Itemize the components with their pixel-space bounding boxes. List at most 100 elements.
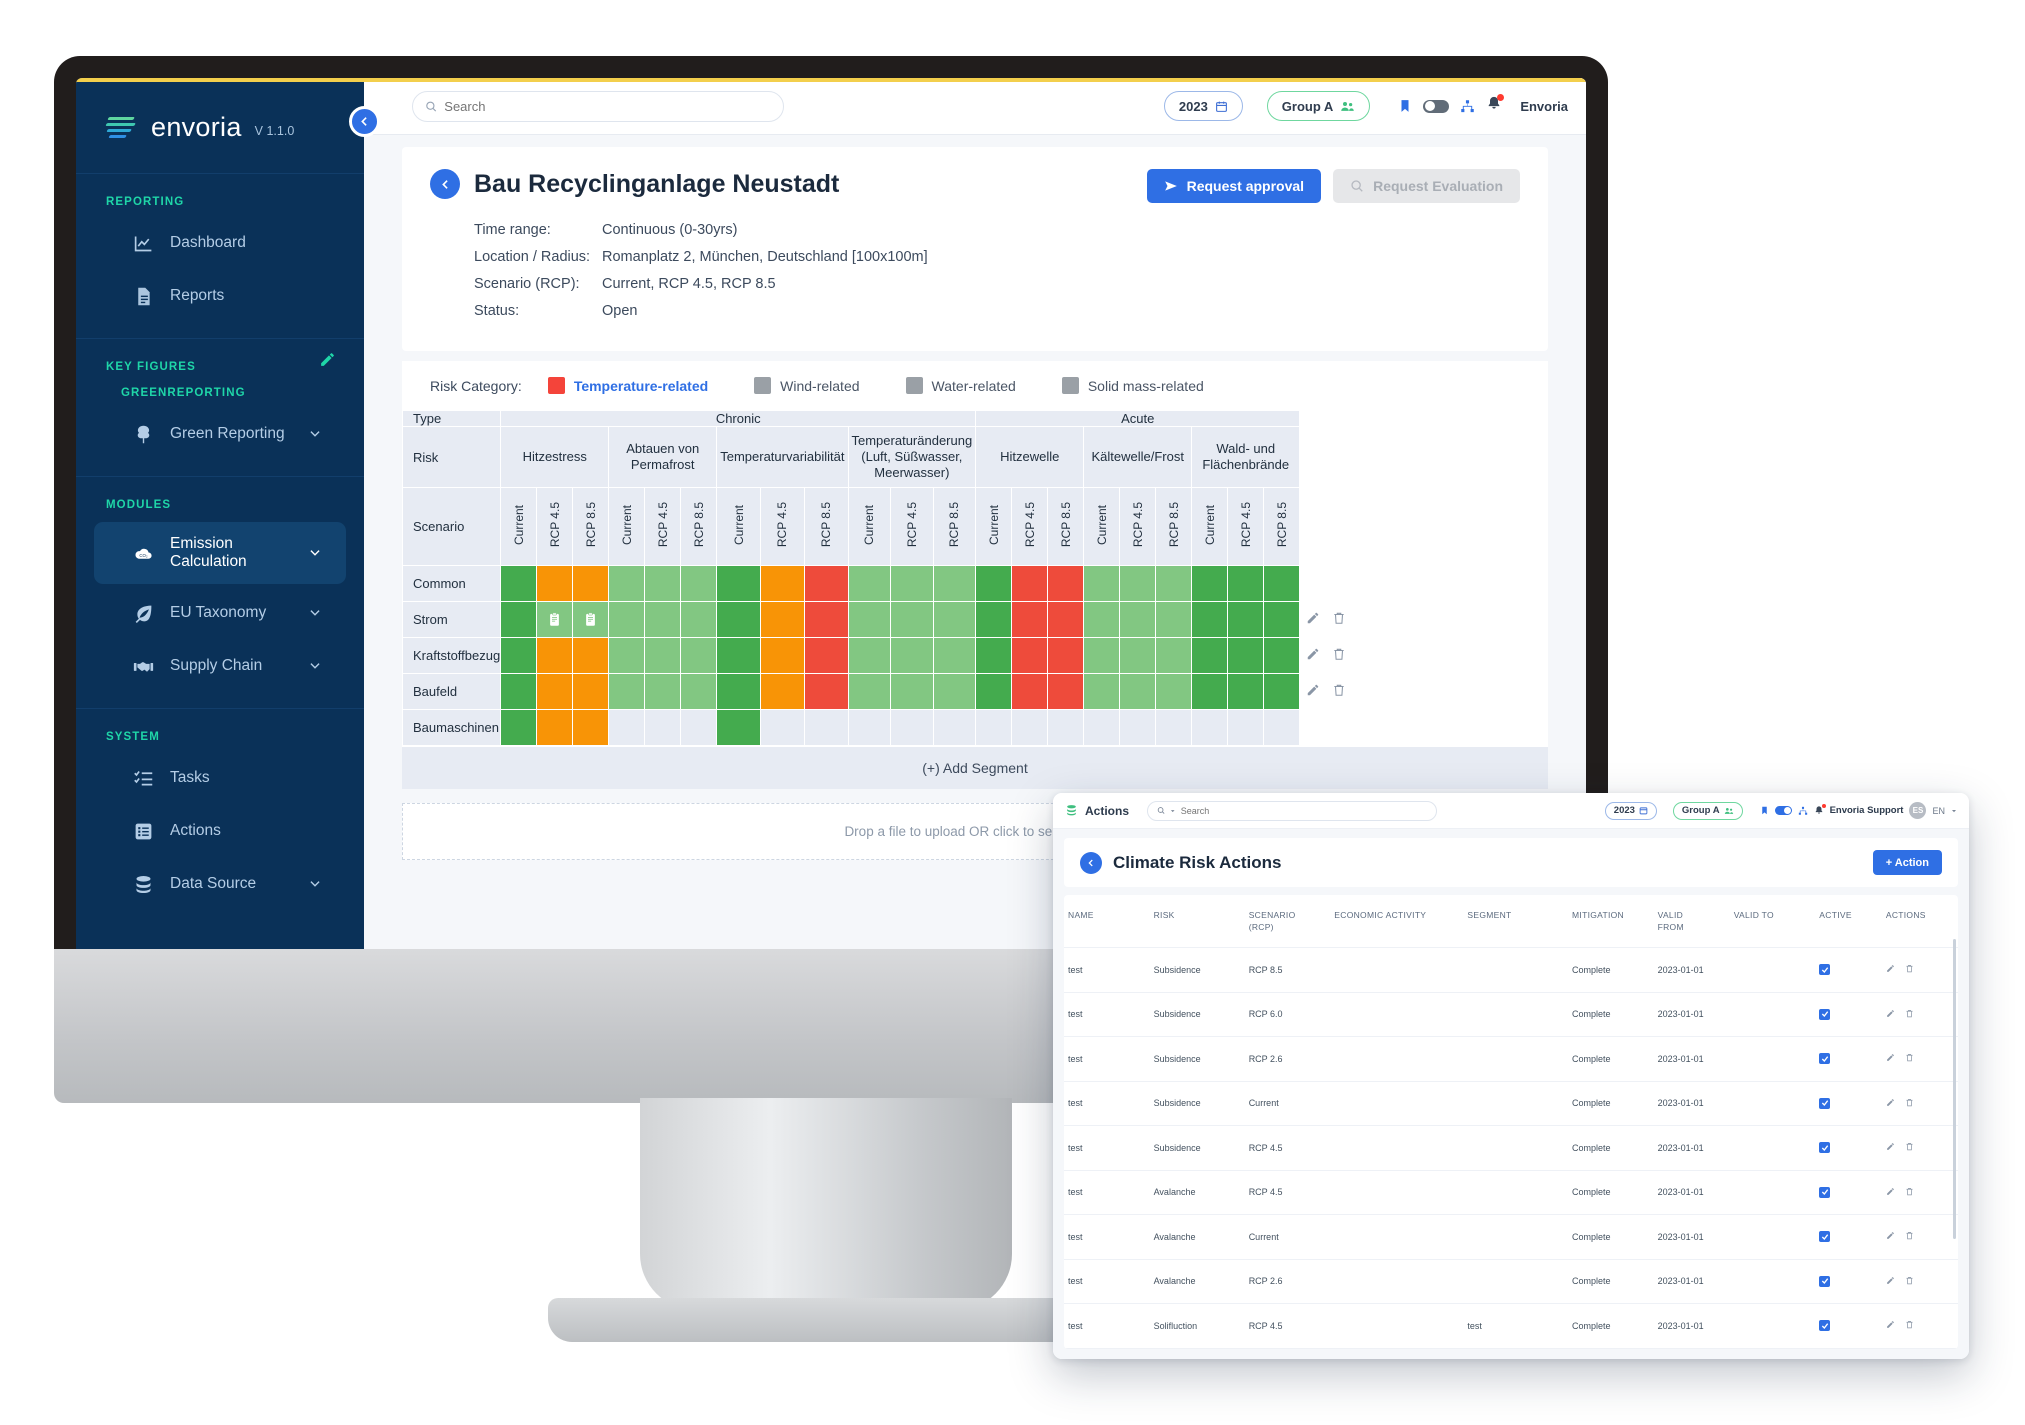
active-checkbox[interactable]: [1819, 964, 1831, 975]
matrix-cell[interactable]: [803, 565, 849, 602]
matrix-cell[interactable]: [847, 673, 892, 710]
actions-notifications-button[interactable]: [1814, 804, 1826, 816]
matrix-cell[interactable]: [644, 637, 682, 674]
active-checkbox[interactable]: [1819, 1275, 1831, 1287]
active-checkbox[interactable]: [1819, 1320, 1831, 1331]
actions-group-selector[interactable]: Group A: [1672, 801, 1743, 820]
pencil-icon[interactable]: [1886, 1320, 1895, 1329]
matrix-cell[interactable]: [1119, 673, 1157, 710]
matrix-cell[interactable]: [572, 637, 610, 674]
matrix-cell[interactable]: [536, 637, 574, 674]
trash-icon[interactable]: [1905, 1053, 1914, 1062]
matrix-cell[interactable]: [1011, 565, 1049, 602]
actions-table-row[interactable]: test Subsidence Current Complete 2023-01-01: [1064, 1081, 1958, 1126]
hierarchy-icon[interactable]: [1460, 99, 1475, 114]
matrix-cell[interactable]: [680, 709, 718, 746]
matrix-cell[interactable]: [847, 637, 892, 674]
matrix-cell[interactable]: [803, 673, 849, 710]
matrix-cell[interactable]: [1119, 709, 1157, 746]
matrix-cell[interactable]: [1263, 601, 1301, 638]
chevron-down-icon[interactable]: [1951, 808, 1957, 814]
trash-icon[interactable]: [1905, 1276, 1914, 1285]
year-selector[interactable]: 2023: [1163, 91, 1243, 121]
active-checkbox[interactable]: [1819, 1142, 1831, 1153]
request-evaluation-button[interactable]: Request Evaluation: [1333, 169, 1520, 203]
actions-table-row[interactable]: test Avalanche Current Complete 2023-01-01: [1064, 1214, 1958, 1260]
trash-icon[interactable]: [1905, 1142, 1914, 1151]
sidebar-item-supply-chain[interactable]: Supply Chain: [94, 642, 346, 690]
matrix-cell[interactable]: [1083, 565, 1121, 602]
pencil-icon[interactable]: [1306, 647, 1320, 661]
matrix-cell[interactable]: [1227, 709, 1265, 746]
notifications-button[interactable]: [1486, 94, 1505, 117]
matrix-cell[interactable]: [1119, 637, 1157, 674]
matrix-cell[interactable]: [608, 637, 646, 674]
matrix-cell[interactable]: [716, 709, 761, 746]
matrix-cell[interactable]: [975, 673, 1013, 710]
matrix-cell[interactable]: [608, 673, 646, 710]
matrix-cell[interactable]: [716, 673, 761, 710]
language-selector[interactable]: EN: [1932, 806, 1945, 816]
matrix-cell[interactable]: [716, 565, 761, 602]
matrix-cell[interactable]: [847, 709, 892, 746]
matrix-cell[interactable]: [536, 601, 574, 638]
trash-icon[interactable]: [1905, 1231, 1914, 1240]
bookmark-icon[interactable]: [1398, 98, 1412, 114]
sidebar-item-emission-calculation[interactable]: CO₂ Emission Calculation: [94, 522, 346, 584]
matrix-cell[interactable]: [890, 709, 934, 746]
active-checkbox[interactable]: [1819, 1097, 1831, 1109]
active-checkbox[interactable]: [1819, 1186, 1831, 1198]
active-checkbox[interactable]: [1819, 1053, 1831, 1064]
pencil-icon[interactable]: [1306, 683, 1320, 697]
matrix-cell[interactable]: [759, 601, 805, 638]
matrix-cell[interactable]: [932, 637, 977, 674]
pencil-icon[interactable]: [1886, 1187, 1895, 1196]
trash-icon[interactable]: [1332, 683, 1346, 697]
pencil-icon[interactable]: [1306, 611, 1320, 625]
matrix-cell[interactable]: [572, 673, 610, 710]
matrix-cell[interactable]: [644, 673, 682, 710]
matrix-cell[interactable]: [536, 565, 574, 602]
matrix-cell[interactable]: [932, 565, 977, 602]
matrix-cell[interactable]: [1227, 565, 1265, 602]
matrix-cell[interactable]: [608, 601, 646, 638]
matrix-cell[interactable]: [1191, 601, 1229, 638]
matrix-cell[interactable]: [1119, 601, 1157, 638]
matrix-cell[interactable]: [890, 637, 934, 674]
matrix-cell[interactable]: [1263, 565, 1301, 602]
actions-year-selector[interactable]: 2023: [1604, 801, 1657, 820]
actions-table-row[interactable]: test Subsidence RCP 8.5 Complete 2023-01-01: [1064, 947, 1958, 993]
matrix-cell[interactable]: [1047, 565, 1085, 602]
matrix-cell[interactable]: [1011, 637, 1049, 674]
matrix-cell[interactable]: [1047, 601, 1085, 638]
pencil-icon[interactable]: [1886, 1276, 1895, 1285]
bookmark-icon[interactable]: [1760, 805, 1769, 816]
matrix-cell[interactable]: [1047, 673, 1085, 710]
matrix-cell[interactable]: [644, 565, 682, 602]
matrix-cell[interactable]: [716, 601, 761, 638]
matrix-cell[interactable]: [1227, 673, 1265, 710]
matrix-cell[interactable]: [1263, 637, 1301, 674]
request-approval-button[interactable]: Request approval: [1146, 169, 1322, 203]
pencil-icon[interactable]: [1886, 1009, 1895, 1018]
matrix-cell[interactable]: [680, 637, 718, 674]
sidebar-item-reports[interactable]: Reports: [94, 272, 346, 320]
matrix-cell[interactable]: [608, 709, 646, 746]
avatar[interactable]: ES: [1909, 802, 1927, 819]
add-action-button[interactable]: + Action: [1872, 850, 1942, 875]
legend-item-wind[interactable]: Wind-related: [754, 377, 860, 394]
trash-icon[interactable]: [1905, 1320, 1914, 1329]
matrix-cell[interactable]: [1155, 637, 1193, 674]
matrix-cell[interactable]: [1155, 709, 1193, 746]
matrix-cell[interactable]: [1011, 673, 1049, 710]
matrix-cell[interactable]: [500, 637, 538, 674]
matrix-cell[interactable]: [1227, 601, 1265, 638]
sidebar-item-eu-taxonomy[interactable]: EU Taxonomy: [94, 589, 346, 637]
matrix-cell[interactable]: [803, 601, 849, 638]
matrix-cell[interactable]: [759, 565, 805, 602]
trash-icon[interactable]: [1905, 964, 1914, 973]
matrix-cell[interactable]: [1011, 709, 1049, 746]
user-name[interactable]: Envoria: [1520, 99, 1568, 114]
search-input-wrap[interactable]: [412, 90, 784, 122]
actions-table-row[interactable]: test Avalanche RCP 2.6 Complete 2023-01-01: [1064, 1259, 1958, 1304]
